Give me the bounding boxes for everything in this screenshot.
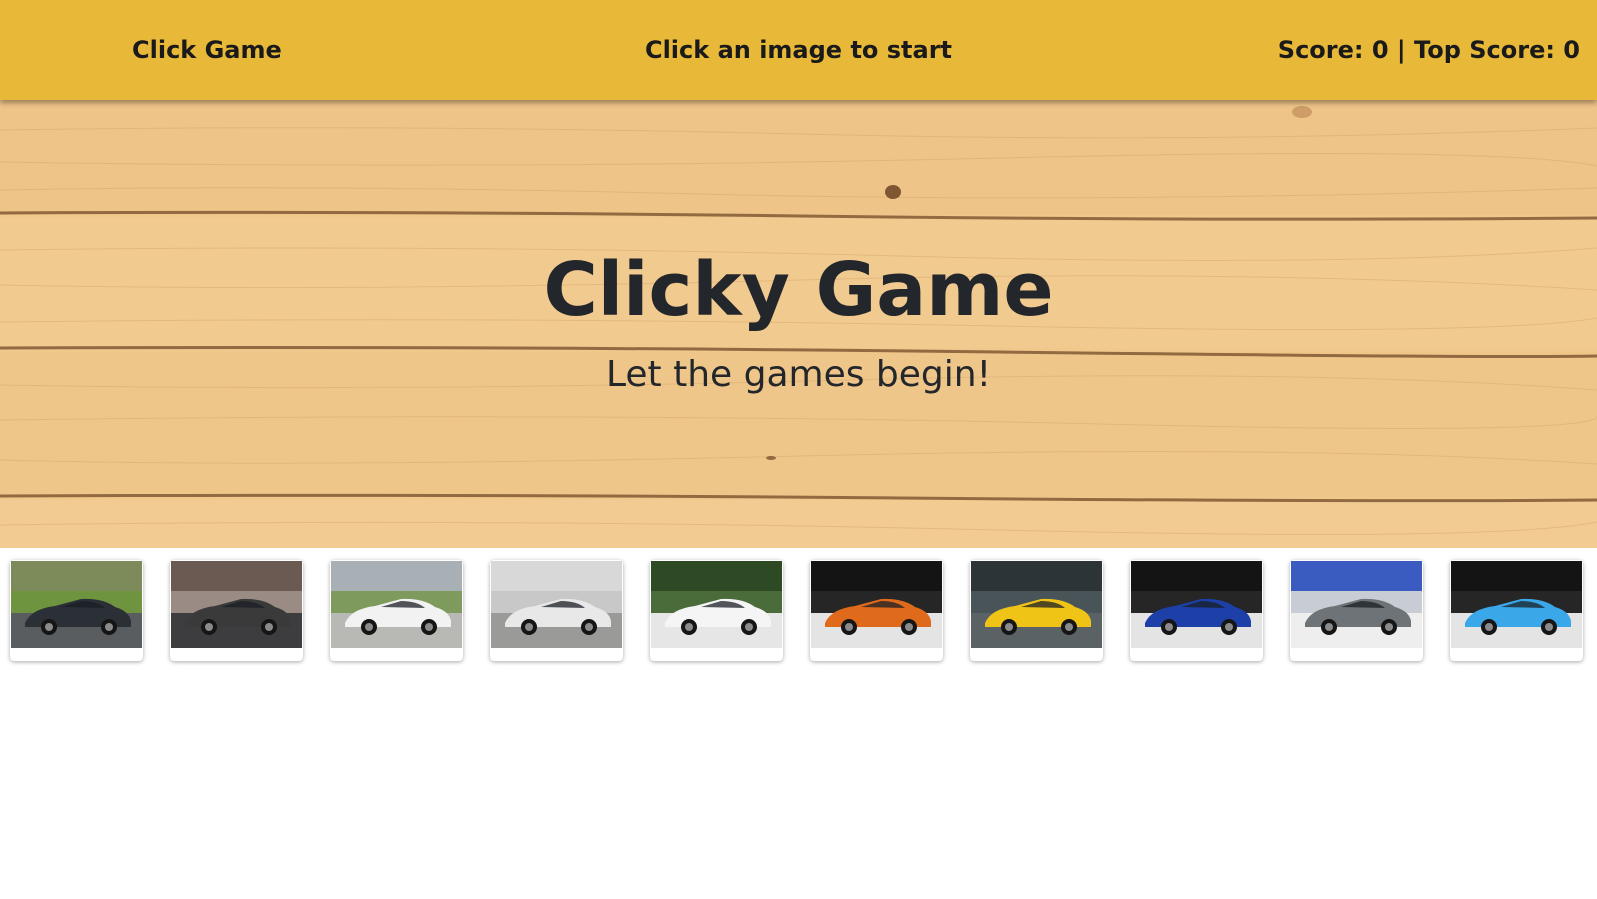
car-image-card[interactable]: [1290, 560, 1423, 661]
car-image-card[interactable]: [970, 560, 1103, 661]
car-photo-icon: [1131, 561, 1262, 648]
navbar: Click Game Click an image to start Score…: [0, 0, 1597, 100]
car-image-card[interactable]: [330, 560, 463, 661]
car-photo-icon: [1451, 561, 1582, 648]
car-photo-icon: [651, 561, 782, 648]
car-image-card[interactable]: [170, 560, 303, 661]
car-image-card[interactable]: [1130, 560, 1263, 661]
car-photo-icon: [331, 561, 462, 648]
car-image-card[interactable]: [10, 560, 143, 661]
car-image-card[interactable]: [490, 560, 623, 661]
image-grid: [0, 560, 1597, 670]
car-photo-icon: [971, 561, 1102, 648]
score-display: Score: 0 | Top Score: 0: [1277, 36, 1580, 64]
car-photo-icon: [811, 561, 942, 648]
car-image-card[interactable]: [650, 560, 783, 661]
page-subtitle: Let the games begin!: [605, 354, 992, 395]
car-photo-icon: [1291, 561, 1422, 648]
car-image-card[interactable]: [810, 560, 943, 661]
car-photo-icon: [171, 561, 302, 648]
car-photo-icon: [491, 561, 622, 648]
page-title: Clicky Game: [543, 247, 1054, 333]
jumbotron-header: Clicky Game Let the games begin!: [0, 100, 1597, 548]
car-photo-icon: [11, 561, 142, 648]
car-image-card[interactable]: [1450, 560, 1583, 661]
